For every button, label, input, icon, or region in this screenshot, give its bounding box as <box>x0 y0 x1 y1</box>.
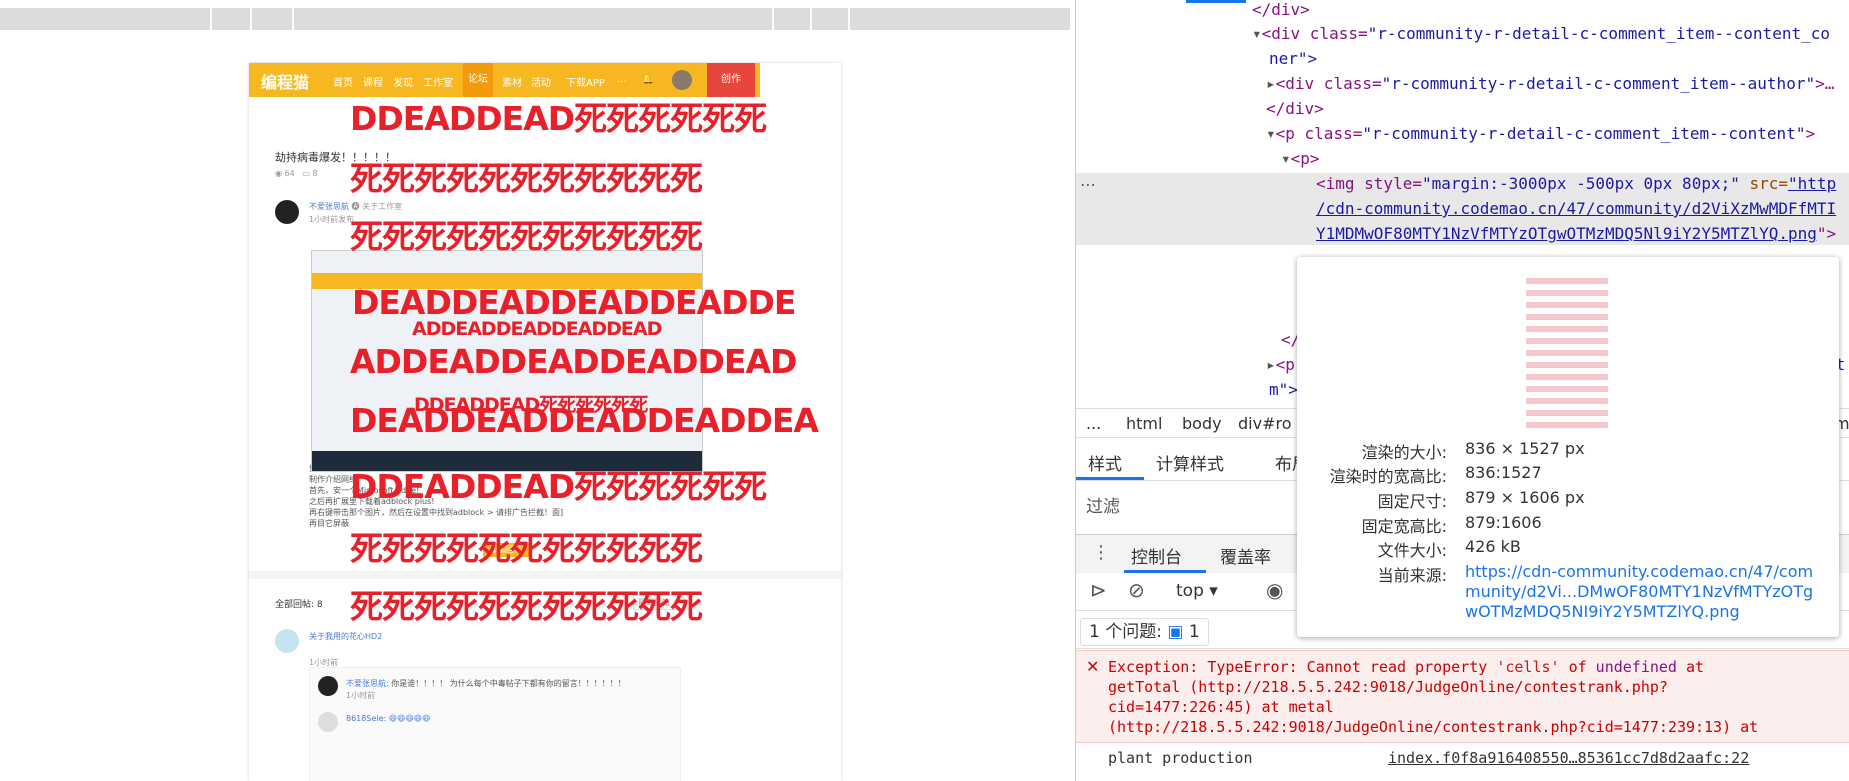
user-avatar[interactable] <box>672 70 692 90</box>
file-size: 426 kB <box>1465 537 1521 556</box>
sub-reply-avatar[interactable] <box>318 676 338 696</box>
intrinsic-size: 879 × 1606 px <box>1465 488 1585 507</box>
site-logo[interactable]: 编程猫 <box>261 69 309 93</box>
log-text: plant production <box>1108 749 1253 767</box>
image-preview-tooltip: 渲染的大小: 836 × 1527 px 渲染时的宽高比: 836:1527 固… <box>1297 257 1839 637</box>
image-thumbnail <box>1526 278 1608 428</box>
intrinsic-ratio-label: 固定宽高比: <box>1361 517 1447 536</box>
divider <box>249 571 841 579</box>
expand-triangle-icon: ▾ <box>1266 124 1276 143</box>
tab-computed[interactable]: 计算样式 <box>1156 450 1224 475</box>
sub-reply-author: 不爱张思航: 你是谁！！！！ 为什么每个中毒帖子下都有你的留言！！！！！！ <box>346 679 626 688</box>
collapse-triangle-icon: ▸ <box>1266 355 1276 374</box>
expand-triangle-icon: ▾ <box>1281 149 1291 168</box>
dom-line[interactable]: </div> <box>1252 0 1310 19</box>
file-size-label: 文件大小: <box>1377 541 1447 560</box>
eye-icon[interactable]: ◉ <box>1266 578 1283 602</box>
issue-icon: ▣ <box>1167 622 1184 642</box>
tab-styles[interactable]: 样式 <box>1088 450 1122 475</box>
img-node-line[interactable]: <img style="margin:-3000px -500px 0px 80… <box>1316 174 1836 193</box>
more-dots-icon[interactable]: ⋯ <box>1080 175 1096 194</box>
current-source-label: 当前来源: <box>1377 566 1447 585</box>
img-node-src[interactable]: Y1MDMwOF80MTY1NzVfMTYzOTgwOTMzMDQ5Nl9iY2… <box>1316 224 1836 243</box>
dead-row-1: DDEADDEAD死死死死死死 <box>350 99 767 138</box>
collapse-triangle-icon: ▸ <box>1266 74 1276 93</box>
crumb-div[interactable]: div#ro <box>1238 414 1292 433</box>
browser-viewport: 编程猫 首页 课程 发现 工作室 论坛 素材 活动 下载APP ... 🔔 创作… <box>0 0 1075 781</box>
context-select[interactable]: top ▾ <box>1176 581 1218 601</box>
dead-row-4: DEADDEADDEADDEADDE <box>352 283 796 322</box>
post-stats: ◉ 64 ▭ 8 <box>275 169 318 178</box>
post-time: 1小时前发布 <box>309 215 355 224</box>
sidebar-toggle-icon[interactable]: ⊳ <box>1090 578 1107 602</box>
dead-row-small-1: ADDEADDEADDEADDEAD <box>412 318 662 340</box>
console-error: ✕ Exception: TypeError: Cannot read prop… <box>1076 650 1849 743</box>
author-avatar[interactable] <box>275 200 299 224</box>
dead-row-3: 死死死死死死死死死死死 <box>350 217 703 256</box>
img-node-src[interactable]: /cdn-community.codemao.cn/47/community/d… <box>1316 199 1836 218</box>
dom-line[interactable]: ▸<p <box>1266 355 1295 374</box>
sub-reply-box: 不爱张思航: 你是谁！！！！ 为什么每个中毒帖子下都有你的留言！！！！！！ 1小… <box>309 667 681 781</box>
nav-more[interactable]: ... <box>617 74 627 85</box>
eye-icon: ◉ <box>275 169 282 178</box>
sub-reply-time: 1小时前 <box>346 691 376 700</box>
dom-line[interactable]: ▾<p class="r-community-r-detail-c-commen… <box>1266 124 1815 143</box>
dead-row-2: 死死死死死死死死死死死 <box>350 159 703 198</box>
dead-row-8: 死死死死死死死死死死死 <box>350 529 703 568</box>
crumb-html[interactable]: html <box>1126 414 1162 433</box>
log-source-link[interactable]: index.f0f8a916408550…85361cc7d8d2aafc:22 <box>1388 749 1749 767</box>
reply-author[interactable]: 关于我用的花心HD2 <box>309 631 382 642</box>
nav-assets[interactable]: 素材 <box>502 74 522 89</box>
crumb-body[interactable]: body <box>1182 414 1222 433</box>
dead-row-6: DEADDEADDEADDEADDEA <box>350 401 819 440</box>
sub-reply2-avatar[interactable] <box>318 712 338 732</box>
dom-line[interactable]: </div> <box>1266 99 1324 118</box>
sub-reply2: 8618Sele: 😄😄😄😄😄 <box>346 714 431 723</box>
tab-indicator <box>1076 477 1144 480</box>
nav-courses[interactable]: 课程 <box>363 74 383 89</box>
tab-strip <box>0 8 1070 30</box>
intrinsic-ratio: 879:1606 <box>1465 513 1542 532</box>
elements-tab-indicator <box>1186 0 1246 3</box>
tab-coverage[interactable]: 覆盖率 <box>1220 543 1271 568</box>
nav-studio[interactable]: 工作室 <box>423 74 453 89</box>
rendered-size: 836 × 1527 px <box>1465 439 1585 458</box>
tab-console[interactable]: 控制台 <box>1131 543 1182 568</box>
reply-avatar[interactable] <box>275 629 299 653</box>
expand-triangle-icon: ▾ <box>1252 24 1262 43</box>
issues-button[interactable]: 1 个问题: ▣ 1 <box>1080 618 1209 646</box>
clear-console-icon[interactable]: ⊘ <box>1128 578 1145 602</box>
dom-line[interactable]: ▸<div class="r-community-r-detail-c-comm… <box>1266 74 1834 93</box>
comment-icon: ▭ <box>302 169 310 178</box>
comments-count: 8 <box>312 169 318 178</box>
drawer-menu-icon[interactable]: ⋮ <box>1092 542 1110 563</box>
rendered-size-label: 渲染的大小: <box>1361 443 1447 462</box>
error-text: Exception: TypeError: Cannot read proper… <box>1108 658 1759 736</box>
nav-discover[interactable]: 发现 <box>393 74 413 89</box>
error-icon: ✕ <box>1086 657 1100 676</box>
dead-row-9: 死死死死死死死死死死死 <box>350 587 703 626</box>
current-source-url[interactable]: https://cdn-community.codemao.cn/47/com … <box>1465 562 1813 622</box>
dom-line[interactable]: ▾<div class="r-community-r-detail-c-comm… <box>1252 24 1830 43</box>
nav-home[interactable]: 首页 <box>333 74 353 89</box>
nav-events[interactable]: 活动 <box>531 74 551 89</box>
dead-row-7: DDEADDEAD死死死死死死 <box>350 467 767 506</box>
dom-line[interactable]: ner"> <box>1269 49 1317 68</box>
crumb-more[interactable]: ... <box>1086 414 1101 433</box>
intrinsic-size-label: 固定尺寸: <box>1377 492 1447 511</box>
console-log-line: plant production index.f0f8a916408550…85… <box>1076 742 1849 781</box>
rendered-ratio-label: 渲染时的宽高比: <box>1329 467 1447 486</box>
dead-row-5: ADDEADDEADDEADDEAD <box>350 342 797 381</box>
bell-icon[interactable]: 🔔 <box>642 74 654 85</box>
views-count: 64 <box>284 169 295 178</box>
nav-download-app[interactable]: 下载APP <box>566 74 605 89</box>
rendered-ratio: 836:1527 <box>1465 463 1542 482</box>
dom-line[interactable]: ▾<p> <box>1281 149 1320 168</box>
all-comments-label: 全部回帖: 8 <box>275 600 323 610</box>
filter-input[interactable]: 过滤 <box>1086 492 1120 517</box>
